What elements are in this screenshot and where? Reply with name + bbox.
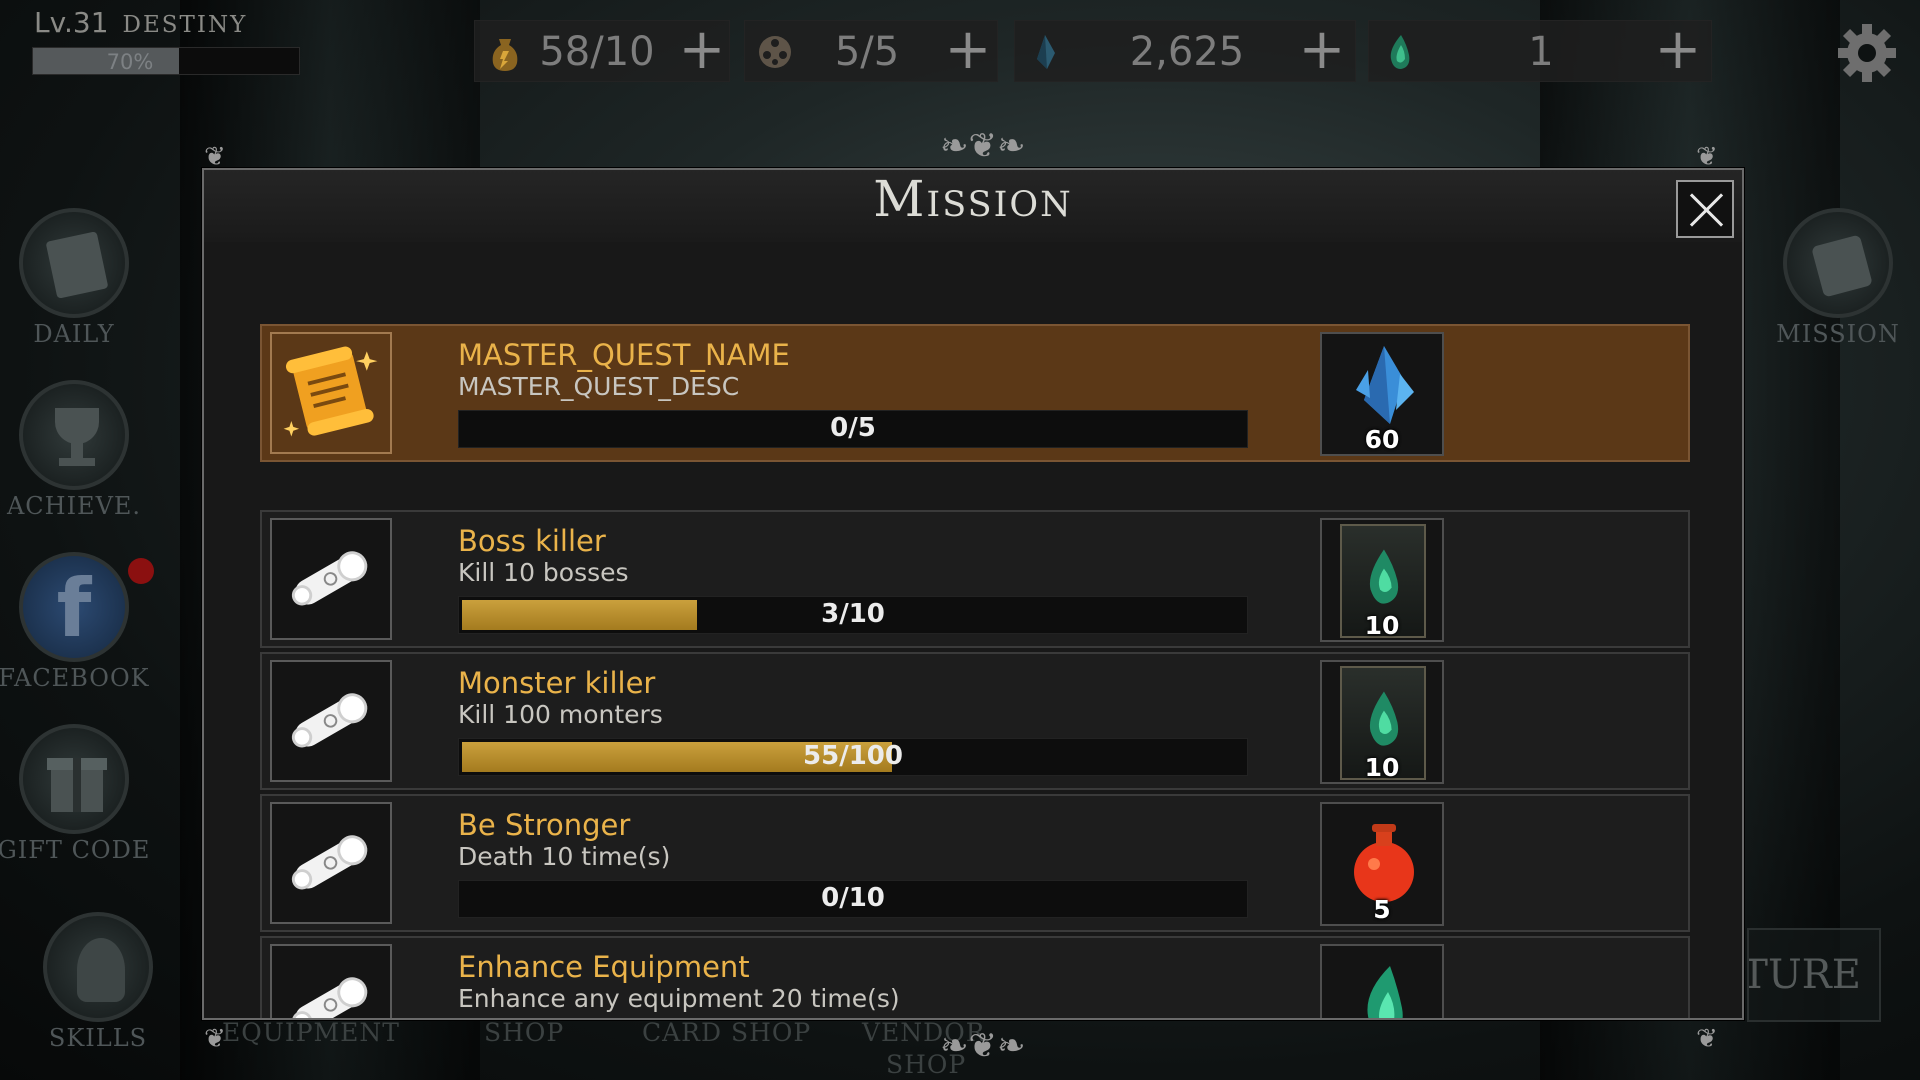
mission-name: Be Stronger xyxy=(458,808,631,842)
quest-scroll-icon xyxy=(270,332,392,454)
player-name: DESTINY xyxy=(122,12,248,38)
nav-equipment[interactable]: EQUIPMENT xyxy=(222,1018,400,1047)
film-reel-icon xyxy=(759,36,791,68)
xp-label: 70% xyxy=(106,50,154,74)
resource-reel: 5/5 + xyxy=(744,20,998,82)
reward-count: 60 xyxy=(1364,425,1400,454)
add-reel-button[interactable]: + xyxy=(941,22,995,78)
mission-reward[interactable]: 5 xyxy=(1320,802,1444,926)
menu-skills-label: SKILLS xyxy=(48,1024,148,1052)
ornament-bottom-center: ❧❦❧ xyxy=(940,1026,1026,1066)
green-soul-flame-icon xyxy=(1367,966,1403,1018)
scroll-icon xyxy=(270,944,392,1018)
adventure-button[interactable]: TURE xyxy=(1747,928,1881,1022)
scroll-icon xyxy=(270,518,392,640)
mission-progress-text: 55/100 xyxy=(803,741,903,771)
menu-daily-label: DAILY xyxy=(33,320,115,348)
red-potion-icon xyxy=(1354,824,1414,902)
add-crystal-button[interactable]: + xyxy=(1295,22,1349,78)
menu-mission-label: MISSION xyxy=(1776,320,1900,348)
mission-desc: Kill 10 bosses xyxy=(458,558,629,587)
nav-shop[interactable]: SHOP xyxy=(484,1018,564,1047)
reward-count: 5 xyxy=(1373,895,1391,924)
mission-row: Boss killer Kill 10 bosses 3/10 10 xyxy=(260,510,1690,648)
menu-achieve-label: ACHIEVE. xyxy=(6,492,142,520)
mission-desc: Kill 100 monters xyxy=(458,700,663,729)
menu-gift-code-label: GIFT CODE xyxy=(0,836,151,864)
mission-reward[interactable]: 60 xyxy=(1320,332,1444,456)
gear-icon[interactable] xyxy=(1836,22,1898,84)
menu-facebook-label: FACEBOOK xyxy=(0,664,150,692)
mission-scroll-icon xyxy=(1783,208,1893,318)
mission-progress-text: 3/10 xyxy=(821,599,885,629)
mission-row: Monster killer Kill 100 monters 55/100 1… xyxy=(260,652,1690,790)
dialog-header: Mission xyxy=(204,170,1742,242)
mission-progress-bar: 55/100 xyxy=(458,738,1248,776)
mission-row: Be Stronger Death 10 time(s) 0/10 5 xyxy=(260,794,1690,932)
mission-desc: MASTER_QUEST_DESC xyxy=(458,372,740,401)
mission-reward[interactable]: 10 xyxy=(1320,660,1444,784)
ornament-top-center: ❧❦❧ xyxy=(940,126,1026,166)
close-button[interactable] xyxy=(1676,180,1734,238)
mission-progress-bar: 0/10 xyxy=(458,880,1248,918)
menu-daily[interactable]: DAILY xyxy=(0,208,154,348)
mission-name: Monster killer xyxy=(458,666,656,700)
mission-progress-text: 0/5 xyxy=(830,413,876,443)
reel-value: 5/5 xyxy=(834,29,900,75)
energy-value: 58/10 xyxy=(539,29,655,75)
mission-dialog: Mission MASTER_QUEST_NAME MASTER_QUEST_D… xyxy=(202,168,1744,1020)
menu-skills[interactable]: SKILLS xyxy=(18,912,178,1052)
scroll-icon xyxy=(270,660,392,782)
mission-name: Enhance Equipment xyxy=(458,950,750,984)
menu-achieve[interactable]: ACHIEVE. xyxy=(0,380,154,520)
facebook-icon: f xyxy=(19,552,129,662)
dialog-title: Mission xyxy=(873,170,1073,228)
green-soul-flame-icon xyxy=(1390,35,1410,69)
blue-crystal-icon xyxy=(1356,346,1414,424)
mission-name: Boss killer xyxy=(458,524,606,558)
potion-bag-icon xyxy=(492,39,518,71)
resource-crystal: 2,625 + xyxy=(1014,20,1356,82)
player-level: Lv.31 DESTINY xyxy=(34,6,248,39)
mission-name: MASTER_QUEST_NAME xyxy=(458,338,790,372)
gift-icon xyxy=(19,724,129,834)
mission-row-master: MASTER_QUEST_NAME MASTER_QUEST_DESC 0/5 … xyxy=(260,324,1690,462)
mission-desc: Enhance any equipment 20 time(s) xyxy=(458,984,900,1013)
blue-crystal-icon xyxy=(1037,35,1055,69)
trophy-icon xyxy=(19,380,129,490)
xp-bar: 70% xyxy=(32,47,300,75)
reward-count: 10 xyxy=(1364,611,1400,640)
add-soul-button[interactable]: + xyxy=(1651,22,1705,78)
skills-icon xyxy=(43,912,153,1022)
mission-progress-text: 0/10 xyxy=(821,883,885,913)
mission-row: Enhance Equipment Enhance any equipment … xyxy=(260,936,1690,1018)
daily-book-icon xyxy=(19,208,129,318)
mission-reward[interactable]: 10 xyxy=(1320,518,1444,642)
reward-count: 10 xyxy=(1364,753,1400,782)
soul-value: 1 xyxy=(1528,29,1554,75)
ornament-bottom-right: ❦ xyxy=(1696,1024,1718,1054)
ornament-bottom-left: ❦ xyxy=(204,1024,226,1054)
mission-reward[interactable] xyxy=(1320,944,1444,1018)
menu-mission[interactable]: MISSION xyxy=(1758,208,1918,348)
mission-progress-bar: 3/10 xyxy=(458,596,1248,634)
notification-dot xyxy=(128,558,154,584)
resource-energy: 58/10 + xyxy=(474,20,730,82)
scroll-icon xyxy=(270,802,392,924)
nav-card-shop[interactable]: CARD SHOP xyxy=(642,1018,811,1047)
resource-soul: 1 + xyxy=(1368,20,1712,82)
mission-progress-bar: 0/5 xyxy=(458,410,1248,448)
crystal-value: 2,625 xyxy=(1129,29,1245,75)
add-energy-button[interactable]: + xyxy=(675,22,729,78)
menu-facebook[interactable]: f FACEBOOK xyxy=(0,552,154,692)
mission-desc: Death 10 time(s) xyxy=(458,842,671,871)
menu-gift-code[interactable]: GIFT CODE xyxy=(0,724,154,864)
